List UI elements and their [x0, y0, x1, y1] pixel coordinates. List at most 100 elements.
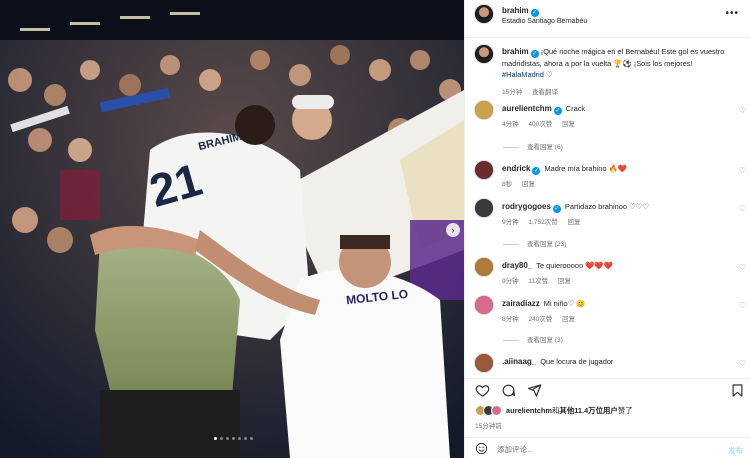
- divider: [503, 243, 519, 245]
- comment-button[interactable]: [501, 383, 516, 400]
- heart-icon: [475, 385, 490, 397]
- avatar[interactable]: [474, 100, 494, 120]
- comment-text: Que locura de jugador: [540, 357, 614, 366]
- author-name[interactable]: brahim ✓: [502, 6, 539, 17]
- comment-text: Madre mía brahino 🔥❤️: [544, 164, 627, 173]
- reply-button[interactable]: 回复: [558, 278, 571, 285]
- liker-username[interactable]: aurelientchm: [506, 406, 552, 415]
- comment-username[interactable]: zairadiazz: [502, 299, 540, 308]
- avatar[interactable]: [474, 44, 494, 64]
- heart-outline-icon: ♡: [738, 263, 746, 272]
- carousel-dot: [226, 437, 229, 440]
- more-options-button[interactable]: •••: [725, 8, 739, 19]
- post-location[interactable]: Estadio Santiago Bernabéu: [502, 18, 587, 25]
- comment-line: zairadiazz Mi niño♡ 😊: [502, 299, 586, 308]
- comment-line: rodrygogoes ✓ Partidazo brahinoo ♡♡♡: [502, 202, 649, 213]
- comment-text: Partidazo brahinoo ♡♡♡: [564, 202, 649, 211]
- see-translation-button[interactable]: 查看翻译: [532, 89, 558, 96]
- avatar[interactable]: [474, 257, 494, 277]
- send-icon: [528, 384, 542, 397]
- comment-likes[interactable]: 240次赞: [528, 316, 552, 323]
- heart-outline-icon: ♡: [738, 106, 746, 115]
- comment-time: 9分钟: [502, 278, 519, 285]
- like-comment-button[interactable]: ♡: [739, 263, 746, 272]
- comment-item: .aiinaag_ Que locura de jugador ♡: [474, 353, 746, 378]
- heart-outline-icon: ♡: [738, 204, 746, 213]
- comment-time: 9分钟: [502, 219, 519, 226]
- comment-likes[interactable]: 400次赞: [528, 121, 552, 128]
- avatar[interactable]: [474, 198, 494, 218]
- more-horizontal-icon: •••: [725, 8, 739, 19]
- heart-outline-icon: ♡: [738, 166, 746, 175]
- next-photo-button[interactable]: ›: [446, 223, 460, 237]
- like-comment-button[interactable]: ♡: [739, 301, 746, 310]
- like-comment-button[interactable]: ♡: [739, 106, 746, 115]
- avatar[interactable]: [474, 160, 494, 180]
- comment-item: dray80_ Te quierooooo ❤️❤️❤️ 9分钟 11次赞 回复 …: [474, 257, 746, 297]
- likes-others[interactable]: 其他11.4万位用户: [559, 406, 617, 415]
- like-comment-button[interactable]: ♡: [739, 166, 746, 175]
- comment-item: zairadiazz Mi niño♡ 😊 8分钟 240次赞 回复 ♡: [474, 295, 746, 335]
- carousel-dot: [244, 437, 247, 440]
- comment-input[interactable]: [497, 442, 697, 456]
- bookmark-icon: [732, 384, 743, 397]
- action-icons: [475, 383, 542, 400]
- verified-badge-icon: ✓: [532, 167, 541, 175]
- comment-meta: 8分钟 240次赞 回复: [502, 313, 583, 323]
- save-button[interactable]: [730, 383, 745, 400]
- caption-trailing: ♡: [543, 70, 553, 79]
- comment-line: .aiinaag_ Que locura de jugador: [502, 357, 613, 366]
- avatar[interactable]: [474, 353, 494, 373]
- reply-button[interactable]: 回复: [568, 219, 581, 226]
- reply-button[interactable]: 回复: [522, 181, 535, 188]
- heart-outline-icon: ♡: [738, 301, 746, 310]
- comment-icon: [502, 384, 515, 397]
- comment-item: rodrygogoes ✓ Partidazo brahinoo ♡♡♡ 9分钟 1…: [474, 198, 746, 238]
- comment-meta: 9分钟 11次赞 回复: [502, 275, 579, 285]
- comment-username[interactable]: rodrygogoes: [502, 202, 551, 211]
- verified-badge-icon: ✓: [553, 107, 562, 115]
- carousel-dot: [238, 437, 241, 440]
- like-button[interactable]: [475, 383, 490, 400]
- likes-summary[interactable]: aurelientchm和其他11.4万位用户赞了: [475, 405, 633, 416]
- view-replies-button[interactable]: 查看回复 (3): [503, 334, 563, 344]
- caption-time: 15分钟: [502, 89, 523, 96]
- avatar[interactable]: [474, 295, 494, 315]
- comment-text: Te quierooooo ❤️❤️❤️: [536, 261, 613, 270]
- like-comment-button[interactable]: ♡: [739, 359, 746, 368]
- view-replies-button[interactable]: 查看回复 (6): [503, 141, 563, 151]
- comments-feed[interactable]: brahim ✓ ¡Qué noche mágica en el Bernabéu…: [465, 38, 750, 378]
- carousel-dot: [220, 437, 223, 440]
- hashtag-link[interactable]: #HalaMadrid: [502, 70, 544, 79]
- smiley-icon: [475, 442, 488, 455]
- emoji-button[interactable]: [475, 442, 488, 457]
- post-actions: aurelientchm和其他11.4万位用户赞了 15分钟前 发布: [465, 378, 750, 458]
- heart-outline-icon: ♡: [738, 359, 746, 368]
- avatar[interactable]: [474, 4, 494, 24]
- comment-meta: 9分钟 1,752次赞 回复: [502, 216, 589, 226]
- post-photo[interactable]: 21 BRAHIM MOLTO LO ›: [0, 0, 464, 458]
- liker-avatars: [475, 405, 502, 416]
- view-replies-label[interactable]: 查看回复 (6): [527, 144, 563, 151]
- reply-button[interactable]: 回复: [562, 121, 575, 128]
- view-replies-label[interactable]: 查看回复 (3): [527, 337, 563, 344]
- comment-line: aurelientchm ✓ Crack: [502, 104, 585, 115]
- comment-username[interactable]: .aiinaag_: [502, 357, 536, 366]
- comment-username[interactable]: aurelientchm: [502, 104, 552, 113]
- post-comment-button[interactable]: 发布: [728, 445, 743, 456]
- like-comment-button[interactable]: ♡: [739, 204, 746, 213]
- comment-likes[interactable]: 11次赞: [528, 278, 548, 285]
- caption-author[interactable]: brahim: [502, 47, 529, 56]
- view-replies-label[interactable]: 查看回复 (23): [527, 241, 566, 248]
- carousel-dot: [250, 437, 253, 440]
- reply-button[interactable]: 回复: [562, 316, 575, 323]
- share-button[interactable]: [527, 383, 542, 400]
- comment-likes[interactable]: 1,752次赞: [528, 219, 557, 226]
- comment-line: dray80_ Te quierooooo ❤️❤️❤️: [502, 261, 613, 270]
- post-side-panel: brahim ✓ Estadio Santiago Bernabéu ••• br…: [464, 0, 750, 458]
- author-username[interactable]: brahim: [502, 6, 529, 15]
- view-replies-button[interactable]: 查看回复 (23): [503, 238, 566, 248]
- comment-time: 8分钟: [502, 316, 519, 323]
- comment-username[interactable]: dray80_: [502, 261, 532, 270]
- comment-username[interactable]: endrick: [502, 164, 530, 173]
